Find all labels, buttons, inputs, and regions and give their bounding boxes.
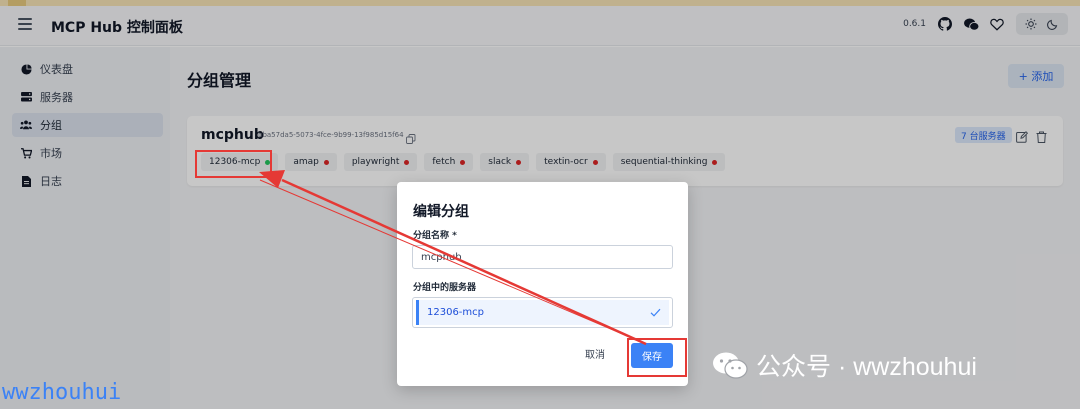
wechat-logo-icon bbox=[712, 351, 748, 379]
group-name-input[interactable] bbox=[412, 245, 673, 269]
annotation-box-chip bbox=[195, 150, 272, 178]
dialog-title: 编辑分组 bbox=[413, 204, 469, 220]
group-servers-label: 分组中的服务器 bbox=[413, 283, 477, 293]
cancel-button[interactable]: 取消 bbox=[585, 346, 605, 361]
watermark-left: wwzhouhui bbox=[2, 380, 122, 405]
watermark-right-text: 公众号 · wwzhouhui bbox=[756, 353, 977, 381]
server-option-label: 12306-mcp bbox=[427, 307, 485, 318]
server-option-selected[interactable]: 12306-mcp bbox=[416, 300, 669, 325]
annotation-box-save bbox=[627, 338, 687, 377]
check-icon bbox=[650, 307, 661, 318]
group-name-label: 分组名称 * bbox=[413, 231, 457, 241]
server-multiselect[interactable]: 12306-mcp bbox=[412, 297, 673, 328]
watermark-right: 公众号 · wwzhouhui bbox=[712, 347, 977, 383]
